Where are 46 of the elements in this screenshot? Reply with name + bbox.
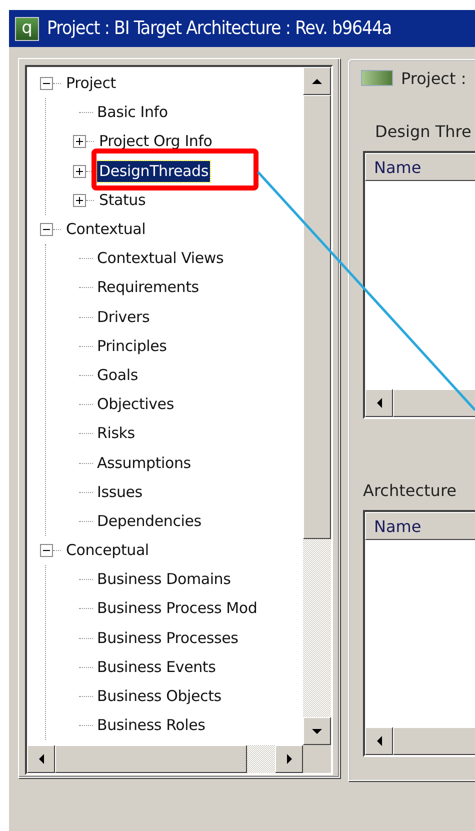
column-header[interactable]: Name <box>365 512 475 540</box>
section-label: Design Thre <box>375 122 472 142</box>
tree-item[interactable]: Project Org Info <box>97 131 214 152</box>
tree-item[interactable]: Principles <box>95 336 169 357</box>
tree-item[interactable]: Business Process Mod <box>95 598 260 620</box>
scroll-left-button[interactable] <box>365 727 393 755</box>
tree-item[interactable]: Status <box>97 190 148 211</box>
scroll-up-button[interactable] <box>303 67 331 95</box>
app-icon: q <box>15 16 39 40</box>
scrollbar-thumb[interactable] <box>55 745 247 773</box>
tree-item[interactable]: Issues <box>95 482 144 503</box>
tree-item[interactable]: Basic Info <box>95 102 170 124</box>
tree-item[interactable]: Contextual <box>64 219 148 240</box>
scroll-left-button[interactable] <box>365 389 393 417</box>
tree-item[interactable]: Business Processes <box>95 628 240 649</box>
tree-item[interactable]: Requirements <box>95 277 201 298</box>
project-icon <box>361 70 393 86</box>
tree-item[interactable]: Drivers <box>95 306 152 328</box>
tree-item[interactable]: Risks <box>95 423 137 444</box>
plus-box-icon[interactable] <box>73 194 86 207</box>
minus-box-icon[interactable] <box>40 223 53 236</box>
tree-item[interactable]: Business Roles <box>95 715 208 736</box>
scrollbar-corner <box>303 745 331 773</box>
panel-title: Project : <box>401 68 466 88</box>
tree-item[interactable]: Project <box>64 73 118 94</box>
tree-item[interactable]: Dependencies <box>95 510 204 532</box>
tree-item[interactable]: Goals <box>95 364 140 386</box>
tree-item[interactable]: DesignThreads <box>97 160 210 182</box>
tree-item[interactable]: Business Objects <box>95 686 224 708</box>
section-label: Archtecture <box>363 481 458 501</box>
column-header[interactable]: Name <box>365 153 475 181</box>
plus-box-icon[interactable] <box>73 135 86 148</box>
minus-box-icon[interactable] <box>40 77 53 90</box>
scroll-left-button[interactable] <box>27 745 55 773</box>
tree-item[interactable]: Contextual Views <box>95 248 226 270</box>
tree-item[interactable]: Business Domains <box>95 569 233 590</box>
minus-box-icon[interactable] <box>40 544 53 558</box>
tree-item[interactable]: Conceptual <box>64 540 151 562</box>
window-title: Project : BI Target Architecture : Rev. b9644a <box>47 18 392 39</box>
scroll-right-button[interactable] <box>275 745 303 773</box>
plus-box-icon[interactable] <box>73 164 86 178</box>
scroll-down-button[interactable] <box>303 717 331 745</box>
tree-item[interactable]: Assumptions <box>95 452 193 474</box>
tree-item[interactable]: Objectives <box>95 394 176 416</box>
scrollbar-thumb[interactable] <box>303 95 331 539</box>
tree-item[interactable]: Business Events <box>95 656 218 678</box>
